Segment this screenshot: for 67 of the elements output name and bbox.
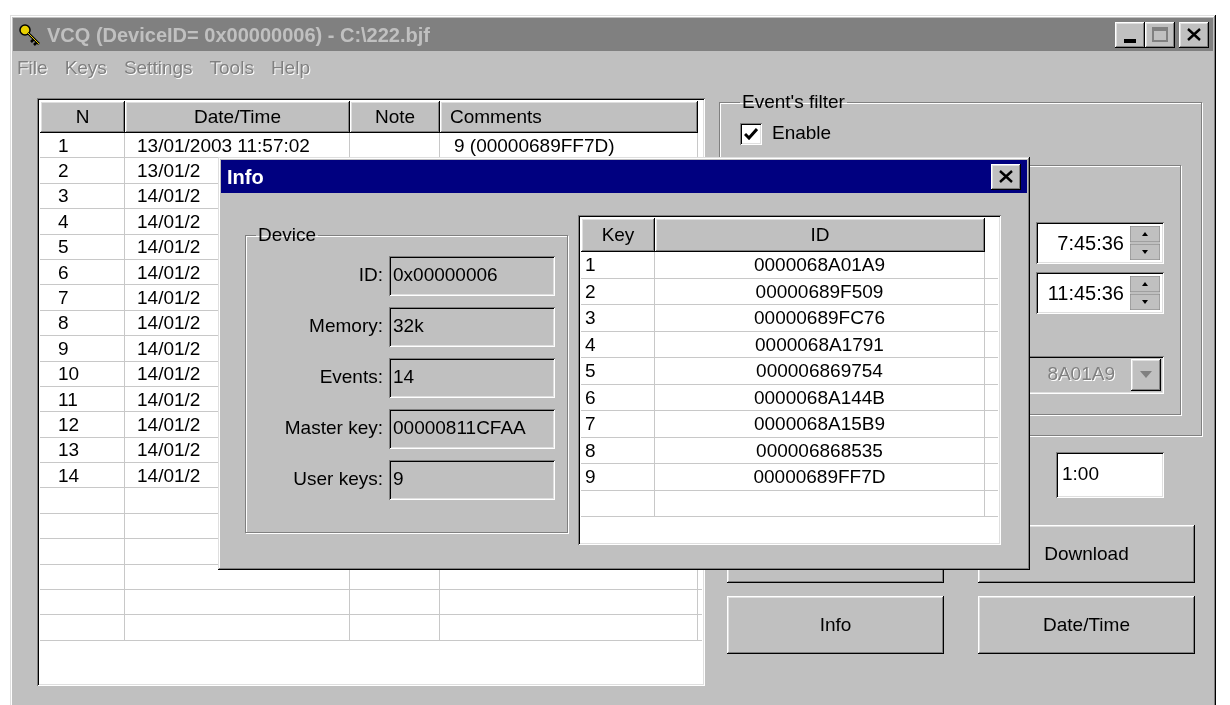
table-cell: 7 bbox=[40, 285, 125, 310]
table-cell: 8 bbox=[40, 310, 125, 336]
readonly-field: 00000811CFAA bbox=[389, 408, 555, 449]
group-title: Event's filter bbox=[741, 90, 846, 114]
check-icon bbox=[744, 127, 758, 140]
dropdown-value: 8A01A9 bbox=[1047, 362, 1116, 387]
column-header[interactable]: ID bbox=[655, 218, 985, 252]
close-button[interactable] bbox=[1179, 21, 1209, 48]
readonly-field: 32k bbox=[389, 306, 555, 347]
minimize-button[interactable] bbox=[1115, 21, 1145, 48]
table-cell: 7 bbox=[581, 411, 655, 437]
table-cell: 9 bbox=[40, 336, 125, 361]
maximize-button[interactable] bbox=[1145, 21, 1175, 48]
table-cell: 1 bbox=[40, 133, 125, 158]
table-cell: 00000689FF7D bbox=[655, 464, 985, 490]
checkbox-label[interactable]: Enable bbox=[772, 119, 832, 148]
push-button[interactable]: Date/Time bbox=[978, 596, 1195, 654]
table-cell: 3 bbox=[581, 305, 655, 331]
table-cell: 3 bbox=[40, 183, 125, 209]
column-header[interactable]: Comments bbox=[440, 101, 698, 133]
field-label: ID: bbox=[358, 263, 383, 288]
table-cell: 00000689FC76 bbox=[655, 305, 985, 331]
table-cell: 0000068A01A9 bbox=[655, 252, 985, 278]
time-spinner[interactable]: 11:45:36 bbox=[1036, 271, 1164, 314]
maximize-icon bbox=[1152, 27, 1168, 42]
table-cell: 5 bbox=[581, 358, 655, 384]
table-cell: 5 bbox=[40, 234, 125, 259]
table-cell: 4 bbox=[581, 331, 655, 357]
table-cell: 0000068A15B9 bbox=[655, 411, 985, 437]
duration-field[interactable]: 1:00 bbox=[1056, 452, 1164, 498]
window-title: VCQ (DeviceID= 0x00000006) - C:\222.bjf bbox=[47, 22, 430, 48]
table-cell: 00000689F509 bbox=[655, 278, 985, 304]
table-cell: 9 bbox=[581, 464, 655, 490]
push-button[interactable]: Info bbox=[727, 596, 944, 654]
time-spinner[interactable]: 7:45:36 bbox=[1036, 221, 1164, 264]
table-cell: 6 bbox=[581, 384, 655, 410]
table-cell: 2 bbox=[581, 278, 655, 304]
table-cell: 000006868535 bbox=[655, 437, 985, 463]
readonly-field: 14 bbox=[389, 357, 555, 398]
table-cell: 2 bbox=[40, 158, 125, 183]
readonly-field: 9 bbox=[389, 459, 555, 500]
time-value: 11:45:36 bbox=[1046, 280, 1125, 306]
close-icon bbox=[999, 170, 1013, 183]
table-cell: 14 bbox=[40, 463, 125, 488]
table-cell: 8 bbox=[581, 437, 655, 463]
close-button[interactable] bbox=[991, 163, 1021, 190]
column-header[interactable]: Date/Time bbox=[125, 101, 350, 133]
table-cell: 0000068A144B bbox=[655, 384, 985, 410]
table-cell: 4 bbox=[40, 209, 125, 234]
table-cell: 1 bbox=[581, 252, 655, 278]
table-cell: 10 bbox=[40, 361, 125, 386]
spin-arrows-icon[interactable] bbox=[1130, 225, 1160, 260]
column-header[interactable]: Key bbox=[581, 218, 655, 252]
spin-arrows-icon[interactable] bbox=[1130, 275, 1160, 310]
checkbox[interactable] bbox=[740, 122, 762, 145]
time-value: 7:45:36 bbox=[1056, 230, 1125, 256]
table-cell: 12 bbox=[40, 412, 125, 437]
minimize-icon bbox=[1124, 38, 1136, 43]
readonly-field: 0x00000006 bbox=[389, 255, 555, 296]
close-icon bbox=[1187, 28, 1201, 41]
column-header[interactable]: Note bbox=[350, 101, 440, 133]
table-cell: 000006869754 bbox=[655, 358, 985, 384]
table-cell: 11 bbox=[40, 386, 125, 412]
column-header[interactable]: N bbox=[40, 101, 125, 133]
table-cell: 6 bbox=[40, 259, 125, 285]
table-cell: 0000068A1791 bbox=[655, 331, 985, 357]
table-cell: 13 bbox=[40, 437, 125, 463]
